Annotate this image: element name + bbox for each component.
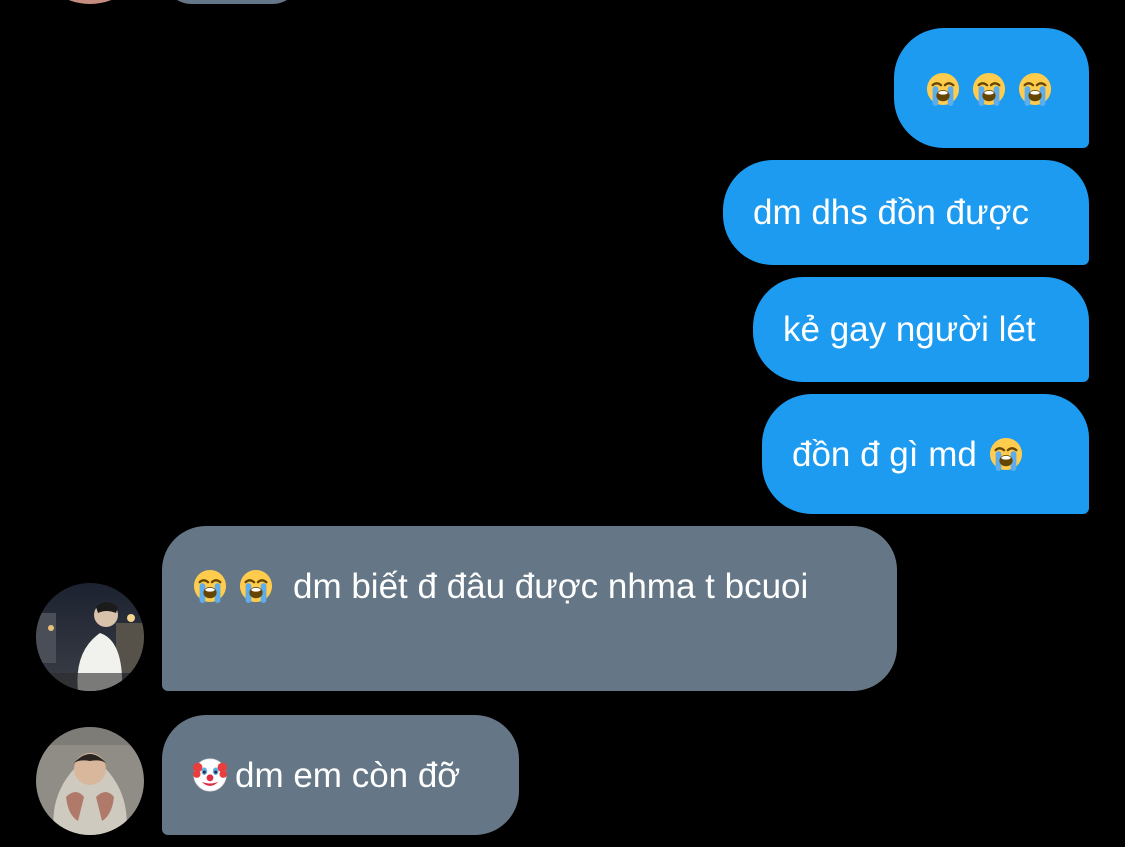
- message-text: dm em còn đỡ: [235, 756, 461, 795]
- previous-message-bubble[interactable]: [162, 0, 302, 4]
- message-text: dm dhs đồn được: [753, 193, 1029, 232]
- loudly-crying-face-icon: [193, 569, 227, 603]
- previous-avatar[interactable]: [36, 0, 144, 4]
- sender-avatar[interactable]: [36, 727, 144, 835]
- loudly-crying-face-icon: [1018, 72, 1052, 106]
- loudly-crying-face-icon: [972, 72, 1006, 106]
- message-text: kẻ gay người lét: [783, 310, 1036, 349]
- loudly-crying-face-icon: [989, 437, 1023, 471]
- conversation-thread: dm dhs đồn được kẻ gay người lét đồn đ g…: [0, 0, 1125, 847]
- message-text: dm biết đ đâu được nhma t bcuoi: [293, 567, 809, 606]
- incoming-message-bubble[interactable]: dm biết đ đâu được nhma t bcuoi: [162, 526, 897, 691]
- sender-avatar[interactable]: [36, 583, 144, 691]
- loudly-crying-face-icon: [239, 569, 273, 603]
- clown-face-icon: [193, 758, 227, 792]
- outgoing-message-bubble[interactable]: đồn đ gì md: [762, 394, 1089, 514]
- message-text: đồn đ gì md: [792, 435, 977, 474]
- incoming-message-bubble[interactable]: dm em còn đỡ: [162, 715, 519, 835]
- outgoing-message-bubble[interactable]: [894, 28, 1089, 148]
- loudly-crying-face-icon: [926, 72, 960, 106]
- outgoing-message-bubble[interactable]: kẻ gay người lét: [753, 277, 1089, 382]
- outgoing-message-bubble[interactable]: dm dhs đồn được: [723, 160, 1089, 265]
